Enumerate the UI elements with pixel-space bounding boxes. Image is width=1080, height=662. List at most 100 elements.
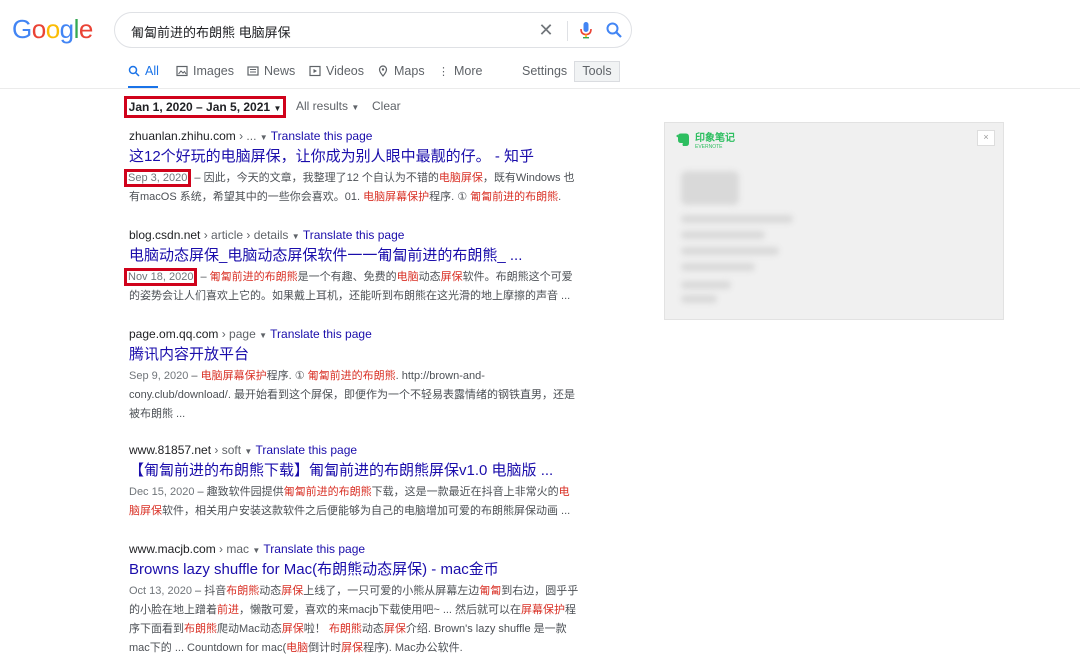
header-divider <box>0 88 1080 89</box>
highlighted-term: 屏保 <box>281 585 304 597</box>
tab-label: All <box>145 64 159 78</box>
logo-letter: o <box>31 14 46 44</box>
snippet-text: 程序. ① <box>429 191 471 203</box>
tab-news[interactable]: News <box>247 64 295 78</box>
result-title[interactable]: 这12个好玩的电脑屏保，让你成为别人眼中最靓的仔。 - 知乎 <box>129 147 579 167</box>
highlighted-term: 匍匐前进的布朗熊 <box>283 486 372 498</box>
dropdown-arrow-icon[interactable]: ▼ <box>292 232 300 241</box>
snippet-text: 爬动Mac动态 <box>217 623 282 635</box>
result-snippet: Nov 18, 2020 – 匍匐前进的布朗熊是一个有趣、免费的电脑动态屏保软件… <box>124 268 579 306</box>
dropdown-arrow-icon[interactable]: ▼ <box>244 447 252 456</box>
settings-link[interactable]: Settings <box>522 64 567 78</box>
snippet-text: 动态 <box>259 585 282 597</box>
dropdown-arrow-icon[interactable]: ▼ <box>259 331 267 340</box>
result-title[interactable]: 【匍匐前进的布朗熊下载】匍匐前进的布朗熊屏保v1.0 电脑版 ... <box>129 461 579 481</box>
clear-filters-link[interactable]: Clear <box>372 99 401 113</box>
result-url[interactable]: www.macjb.com › mac ▼ Translate this pag… <box>129 542 579 556</box>
dropdown-arrow-icon[interactable]: ▼ <box>252 546 260 555</box>
tab-videos[interactable]: Videos <box>309 64 364 78</box>
snippet-text: – <box>188 370 201 382</box>
snippet-text: 下载，这是一款最近在抖音上非常火的 <box>371 486 559 498</box>
ad-content-blurred <box>681 263 755 271</box>
news-icon <box>247 66 259 76</box>
snippet-text: 程序. ① <box>266 370 308 382</box>
close-icon[interactable]: × <box>977 130 995 146</box>
snippet-text: 啦！ <box>303 623 329 635</box>
highlighted-term: 布朗熊 <box>184 623 217 635</box>
result-title[interactable]: 腾讯内容开放平台 <box>129 345 579 365</box>
snippet-text: 程序). Mac办公软件. <box>363 642 463 654</box>
ad-brand: 印象笔记 <box>695 133 735 144</box>
result-title[interactable]: Browns lazy shuffle for Mac(布朗熊动态屏保) - m… <box>129 560 579 580</box>
divider <box>567 21 568 41</box>
search-box[interactable]: 匍匐前进的布朗熊 电脑屏保 ✕ <box>114 12 632 48</box>
search-result: blog.csdn.net › article › details ▼ Tran… <box>124 228 579 306</box>
highlighted-term: 前进 <box>217 604 239 616</box>
tab-images[interactable]: Images <box>176 64 234 78</box>
result-snippet: Sep 3, 2020 – 因此，今天的文章，我整理了12 个自认为不错的电脑屏… <box>124 169 579 207</box>
highlighted-term: 电脑 <box>286 642 309 654</box>
translate-link[interactable]: Translate this page <box>270 327 372 341</box>
date-range-filter[interactable]: Jan 1, 2020 – Jan 5, 2021 ▼ <box>124 96 286 118</box>
ad-content-blurred <box>681 295 717 303</box>
all-results-filter[interactable]: All results ▼ <box>296 99 359 113</box>
highlighted-term: 电脑 <box>396 271 419 283</box>
result-snippet: Oct 13, 2020 – 抖音布朗熊动态屏保上线了，一只可爱的小熊从屏幕左边… <box>129 582 579 658</box>
tab-more[interactable]: ⋮ More <box>438 64 482 78</box>
clear-icon[interactable]: ✕ <box>535 19 557 41</box>
translate-link[interactable]: Translate this page <box>263 542 365 556</box>
result-url[interactable]: zhuanlan.zhihu.com › ... ▼ Translate thi… <box>129 129 579 143</box>
highlighted-term: 屏幕保护 <box>521 604 566 616</box>
tab-maps[interactable]: Maps <box>377 64 425 78</box>
tab-label: More <box>454 64 483 78</box>
translate-link[interactable]: Translate this page <box>255 443 357 457</box>
snippet-text: 倒计时 <box>308 642 342 654</box>
all-results-label: All results <box>296 99 349 113</box>
translate-link[interactable]: Translate this page <box>303 228 405 242</box>
highlighted-term: 屏保 <box>341 642 364 654</box>
evernote-logo: 印象笔记 EVERNOTE <box>675 129 735 150</box>
settings-label: Settings <box>522 64 568 78</box>
result-site: page.om.qq.com <box>129 327 219 341</box>
highlighted-term: 电脑屏保 <box>438 172 483 184</box>
result-date: Oct 13, 2020 <box>129 585 192 597</box>
snippet-text: – 趣致软件园提供 <box>194 486 284 498</box>
snippet-text: 是一个有趣、免费的 <box>297 271 397 283</box>
search-result: page.om.qq.com › page ▼ Translate this p… <box>129 327 579 424</box>
translate-link[interactable]: Translate this page <box>271 129 373 143</box>
ad-brand-sub: EVERNOTE <box>695 144 723 150</box>
search-icon[interactable] <box>603 19 625 41</box>
result-title[interactable]: 电脑动态屏保_电脑动态屏保软件一一匍匐前进的布朗熊_ ... <box>129 246 579 266</box>
highlighted-term: 屏保 <box>383 623 406 635</box>
highlighted-term: 电脑屏幕保护 <box>363 191 430 203</box>
dropdown-arrow-icon: ▼ <box>351 103 360 112</box>
tab-label: Videos <box>326 64 364 78</box>
snippet-text: 动态 <box>361 623 384 635</box>
search-result: www.81857.net › soft ▼ Translate this pa… <box>129 443 579 521</box>
ad-panel[interactable]: 印象笔记 EVERNOTE × <box>664 122 1004 320</box>
microphone-icon[interactable] <box>575 19 597 41</box>
image-icon <box>176 65 188 77</box>
snippet-text: 软件，相关用户安装这款软件之后便能够为自己的电脑增加可爱的布朗熊屏保动画 ... <box>162 505 571 517</box>
result-url[interactable]: page.om.qq.com › page ▼ Translate this p… <box>129 327 579 341</box>
result-path: › mac <box>215 542 250 556</box>
snippet-text: . <box>558 191 562 203</box>
logo-letter: g <box>59 14 74 44</box>
highlighted-term: 匍匐 <box>479 585 502 597</box>
snippet-text: – 因此，今天的文章，我整理了12 个自认为不错的 <box>191 172 439 184</box>
video-icon <box>309 65 321 77</box>
highlighted-term: 匍匐前进的布朗熊 <box>470 191 559 203</box>
dropdown-arrow-icon[interactable]: ▼ <box>260 133 268 142</box>
highlighted-term: 匍匐前进的布朗熊 <box>307 370 396 382</box>
result-date: Dec 15, 2020 <box>129 486 195 498</box>
ad-content-blurred <box>681 215 793 223</box>
logo-letter: o <box>45 14 60 44</box>
result-snippet: Dec 15, 2020 – 趣致软件园提供匍匐前进的布朗熊下载，这是一款最近在… <box>129 483 579 521</box>
tab-all[interactable]: All <box>128 64 159 78</box>
highlighted-term: 电脑屏幕保护 <box>200 370 267 382</box>
google-logo[interactable]: Google <box>12 14 93 45</box>
search-input[interactable]: 匍匐前进的布朗熊 电脑屏保 <box>131 22 291 41</box>
result-url[interactable]: blog.csdn.net › article › details ▼ Tran… <box>129 228 579 242</box>
result-url[interactable]: www.81857.net › soft ▼ Translate this pa… <box>129 443 579 457</box>
tools-button[interactable]: Tools <box>574 61 620 82</box>
